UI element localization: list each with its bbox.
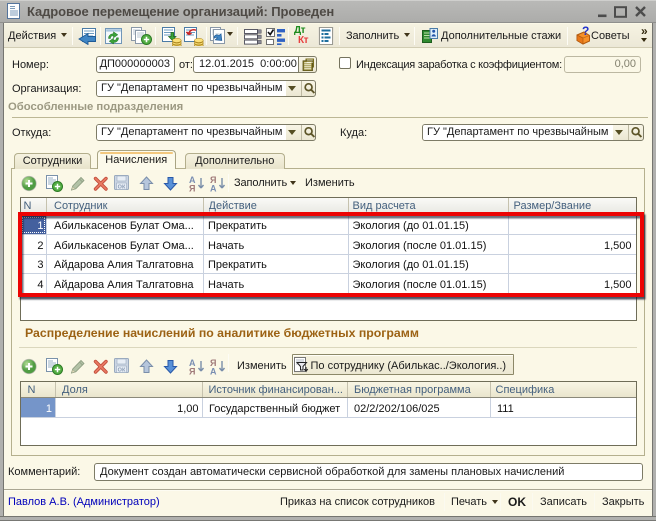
svg-text:А: А <box>210 367 217 376</box>
svg-text:А: А <box>210 183 217 192</box>
svg-text:Я: Я <box>189 183 195 192</box>
svg-text:Я: Я <box>189 367 195 376</box>
svg-text:ОК: ОК <box>118 184 126 190</box>
svg-text:?: ? <box>582 25 589 38</box>
svg-text:ОК: ОК <box>118 368 126 374</box>
